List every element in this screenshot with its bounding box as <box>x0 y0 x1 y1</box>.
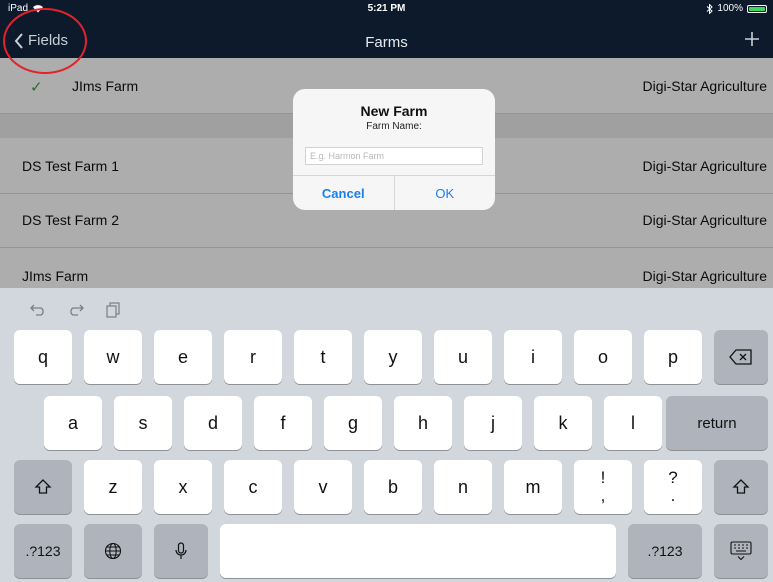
status-time: 5:21 PM <box>367 3 406 14</box>
key-top-char: ? <box>668 468 678 487</box>
plus-icon <box>745 32 759 46</box>
page-title: Farms <box>365 34 408 51</box>
farm-name-input[interactable] <box>305 147 483 165</box>
return-key[interactable]: return <box>666 396 768 450</box>
key-q[interactable]: q <box>14 330 72 384</box>
globe-key[interactable] <box>84 524 142 578</box>
key-k[interactable]: k <box>534 396 592 450</box>
key-exclamation-comma[interactable]: ! , <box>574 460 632 514</box>
globe-icon <box>104 542 122 560</box>
dialog-message: Farm Name: <box>366 121 422 132</box>
key-bottom-char: , <box>600 486 606 505</box>
dialog-title: New Farm <box>360 103 428 119</box>
paste-icon[interactable] <box>106 302 120 318</box>
key-f[interactable]: f <box>254 396 312 450</box>
key-v[interactable]: v <box>294 460 352 514</box>
microphone-icon <box>175 542 187 559</box>
key-n[interactable]: n <box>434 460 492 514</box>
key-w[interactable]: w <box>84 330 142 384</box>
key-b[interactable]: b <box>364 460 422 514</box>
key-t[interactable]: t <box>294 330 352 384</box>
key-y[interactable]: y <box>364 330 422 384</box>
new-farm-dialog: New Farm Farm Name: Cancel OK <box>293 89 495 210</box>
keyboard-shortcut-bar <box>30 302 120 318</box>
numbers-key-right[interactable]: .?123 <box>628 524 702 578</box>
key-l[interactable]: l <box>604 396 662 450</box>
key-bottom-char: . <box>670 486 676 505</box>
key-c[interactable]: c <box>224 460 282 514</box>
shift-key-left[interactable] <box>14 460 72 514</box>
undo-icon[interactable] <box>30 302 46 318</box>
dialog-buttons: Cancel OK <box>293 175 495 210</box>
key-u[interactable]: u <box>434 330 492 384</box>
key-o[interactable]: o <box>574 330 632 384</box>
status-bar: iPad 5:21 PM 100% <box>0 0 773 18</box>
key-x[interactable]: x <box>154 460 212 514</box>
key-p[interactable]: p <box>644 330 702 384</box>
hide-keyboard-key[interactable] <box>714 524 768 578</box>
key-e[interactable]: e <box>154 330 212 384</box>
key-m[interactable]: m <box>504 460 562 514</box>
key-question-period[interactable]: ? . <box>644 460 702 514</box>
battery-icon <box>747 4 767 13</box>
backspace-icon <box>729 349 752 365</box>
key-a[interactable]: a <box>44 396 102 450</box>
ok-button[interactable]: OK <box>395 176 496 210</box>
key-d[interactable]: d <box>184 396 242 450</box>
navigation-bar: iPad 5:21 PM 100% Fields Farms <box>0 0 773 58</box>
key-top-char: ! <box>600 468 606 487</box>
dictation-key[interactable] <box>154 524 208 578</box>
shift-icon <box>34 479 52 494</box>
key-h[interactable]: h <box>394 396 452 450</box>
annotation-circle <box>3 8 87 74</box>
battery-percent: 100% <box>717 3 743 14</box>
key-i[interactable]: i <box>504 330 562 384</box>
bluetooth-icon <box>706 3 714 14</box>
add-button[interactable] <box>741 28 763 50</box>
key-j[interactable]: j <box>464 396 522 450</box>
on-screen-keyboard: q w e r t y u i o p a s d f g h j k l re… <box>0 288 773 582</box>
key-r[interactable]: r <box>224 330 282 384</box>
key-z[interactable]: z <box>84 460 142 514</box>
key-g[interactable]: g <box>324 396 382 450</box>
keyboard-hide-icon <box>730 541 752 561</box>
key-s[interactable]: s <box>114 396 172 450</box>
cancel-button[interactable]: Cancel <box>293 176 395 210</box>
space-key[interactable] <box>220 524 616 578</box>
numbers-key-left[interactable]: .?123 <box>14 524 72 578</box>
shift-icon <box>732 479 750 494</box>
shift-key-right[interactable] <box>714 460 768 514</box>
redo-icon[interactable] <box>68 302 84 318</box>
delete-key[interactable] <box>714 330 768 384</box>
